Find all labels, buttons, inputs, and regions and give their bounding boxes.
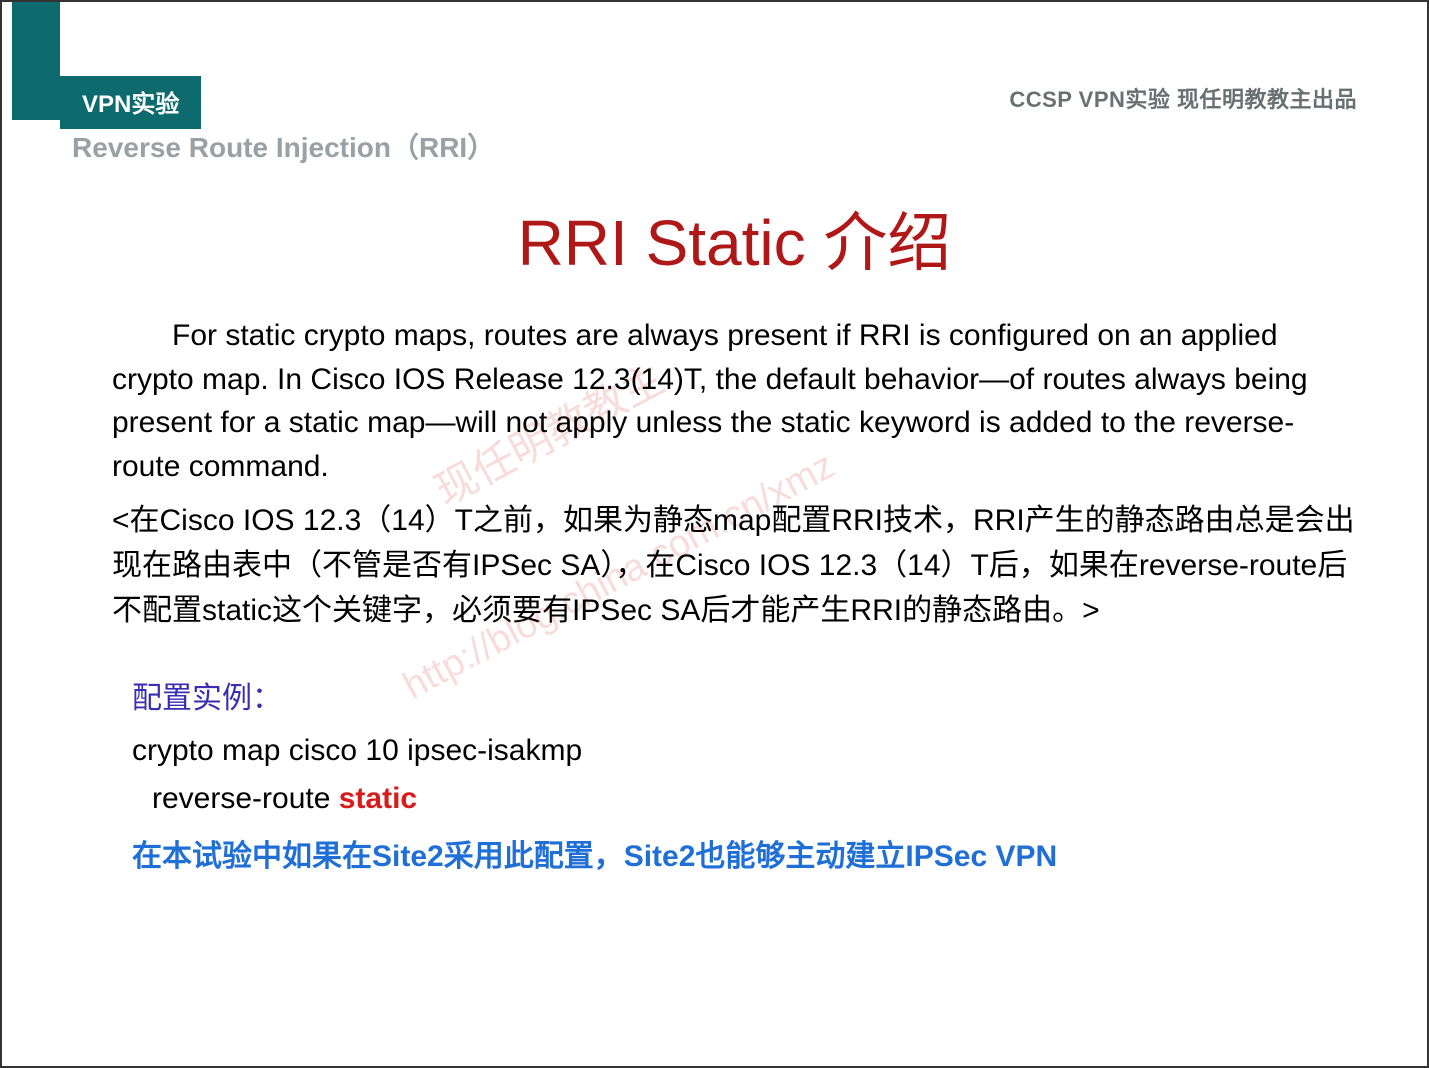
- slide-title: RRI Static 介绍: [112, 192, 1357, 284]
- source-credit: CCSP VPN实验 现任明教教主出品: [1009, 82, 1357, 114]
- paragraph-chinese: <在Cisco IOS 12.3（14）T之前，如果为静态map配置RRI技术，…: [112, 498, 1357, 633]
- note-chinese: 在本试验中如果在Site2采用此配置，Site2也能够主动建立IPSec VPN: [132, 831, 1357, 875]
- header-bar: VPN实验 CCSP VPN实验 现任明教教主出品: [2, 2, 1427, 120]
- slide-container: VPN实验 CCSP VPN实验 现任明教教主出品 Reverse Route …: [0, 0, 1429, 1068]
- paragraph-english: For static crypto maps, routes are alway…: [112, 314, 1357, 488]
- accent-block: [12, 2, 60, 120]
- keyword-static: static: [339, 782, 417, 815]
- section-tab: VPN实验: [60, 76, 201, 129]
- config-line-1: crypto map cisco 10 ipsec-isakmp: [132, 727, 1357, 775]
- content-area: RRI Static 介绍 For static crypto maps, ro…: [112, 192, 1357, 875]
- config-line-2: reverse-route static: [152, 775, 1357, 823]
- config-example-label: 配置实例：: [132, 673, 1357, 717]
- slide-subtitle: Reverse Route Injection（RRI）: [72, 126, 495, 166]
- config-line-2-prefix: reverse-route: [152, 782, 339, 815]
